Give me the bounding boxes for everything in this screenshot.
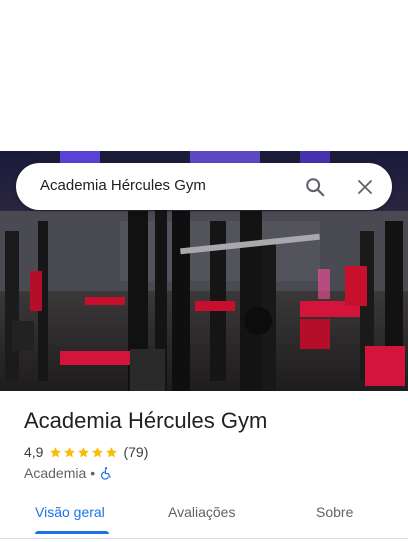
- tab-about[interactable]: Sobre: [316, 504, 353, 520]
- star-icon: [50, 446, 62, 457]
- place-title: Academia Hércules Gym: [24, 408, 268, 433]
- place-category[interactable]: Academia: [24, 465, 86, 481]
- place-tabs: Visão geral Avaliações Sobre: [0, 496, 408, 536]
- category-row: Academia •: [24, 464, 113, 482]
- rating-value: 4,9: [24, 444, 44, 460]
- rating-row[interactable]: 4,9 (79): [24, 443, 148, 461]
- close-icon: [358, 180, 372, 194]
- search-input[interactable]: Academia Hércules Gym: [40, 177, 206, 194]
- tab-reviews[interactable]: Avaliações: [168, 504, 235, 520]
- tabs-divider: [0, 538, 408, 539]
- active-tab-indicator: [35, 531, 109, 534]
- star-icon: [106, 446, 118, 457]
- tab-overview[interactable]: Visão geral: [35, 504, 105, 520]
- star-icon: [92, 446, 104, 457]
- search-bar[interactable]: Academia Hércules Gym: [16, 163, 392, 210]
- wheelchair-icon[interactable]: [99, 466, 113, 480]
- separator-dot: •: [90, 465, 96, 481]
- search-button[interactable]: [301, 173, 329, 201]
- review-count[interactable]: (79): [123, 444, 148, 460]
- star-icon: [64, 446, 76, 457]
- close-button[interactable]: [351, 173, 379, 201]
- rating-stars: [49, 446, 119, 459]
- star-icon: [78, 446, 90, 457]
- search-icon: [306, 178, 325, 197]
